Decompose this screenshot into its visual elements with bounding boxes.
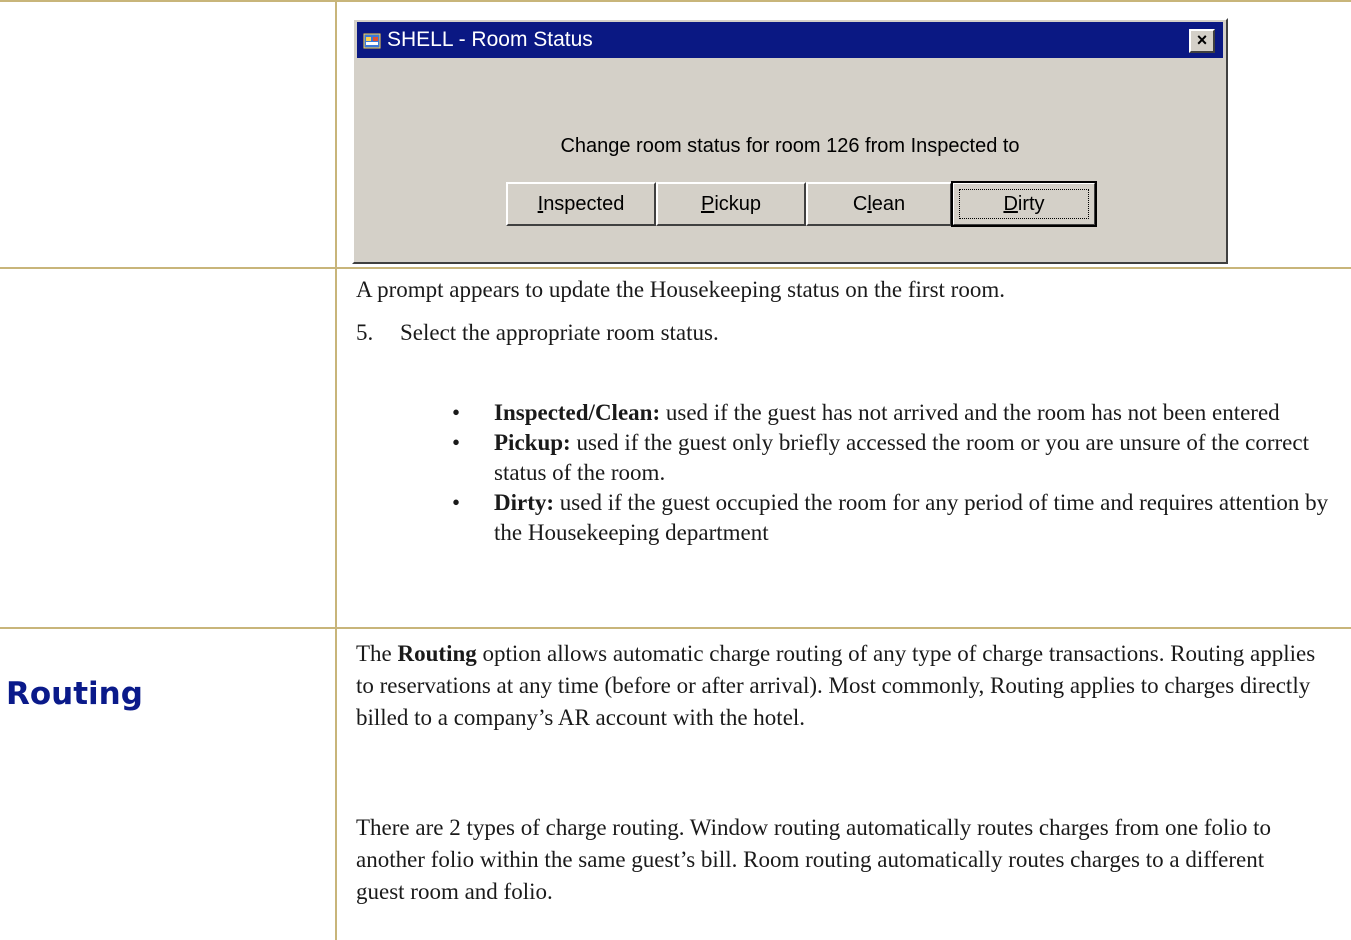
status-bullet-list: • Inspected/Clean: used if the guest has … [452,398,1342,548]
bullet-term: Dirty: [494,490,555,515]
bullet-text: used if the guest has not arrived and th… [660,400,1280,425]
section-heading-routing: Routing [6,676,143,712]
table-rule-2 [0,627,1351,629]
pickup-rest: ickup [714,193,762,215]
app-icon [363,33,381,49]
routing-paragraph-1: The Routing option allows automatic char… [356,638,1316,734]
room-status-dialog: SHELL - Room Status × Change room status… [352,18,1228,264]
list-item: • Inspected/Clean: used if the guest has … [452,398,1342,428]
inspected-rest: nspected [543,193,625,215]
dialog-titlebar: SHELL - Room Status × [357,22,1223,58]
bullet-text: used if the guest occupied the room for … [494,490,1329,545]
bullet-icon: • [452,490,461,515]
inspected-button[interactable]: Inspected [506,182,656,226]
routing-p1-bold: Routing [397,641,477,666]
bullet-icon: • [452,400,461,425]
table-rule-top [0,0,1351,2]
step-number: 5. [356,320,374,345]
routing-p1-post: option allows automatic charge routing o… [356,641,1316,730]
pickup-button[interactable]: Pickup [656,182,806,226]
step-text: Select the appropriate room status. [400,320,719,345]
clean-first: C [852,193,868,215]
dialog-title: SHELL - Room Status [387,28,593,51]
list-item: • Dirty: used if the guest occupied the r… [452,488,1342,548]
clean-rest: ean [871,193,906,215]
routing-p1-pre: The [356,641,398,666]
dialog-prompt: Change room status for room 126 from Ins… [560,135,1020,157]
bullet-term: Inspected/Clean: [494,400,661,425]
dirty-button[interactable]: Dirty [951,181,1097,227]
list-item: • Pickup: used if the guest only briefly … [452,428,1342,488]
bullet-icon: • [452,430,461,455]
close-button[interactable]: × [1189,29,1215,53]
intro-text: A prompt appears to update the Housekeep… [356,277,1005,302]
dirty-rest: irty [1017,193,1045,215]
bullet-term: Pickup: [494,430,571,455]
mnemonic: P [700,193,715,215]
clean-button[interactable]: Clean [806,182,952,226]
routing-paragraph-2: There are 2 types of charge routing. Win… [356,815,1271,904]
bullet-text: used if the guest only briefly accessed … [494,430,1309,485]
step-5: 5. Select the appropriate room status. [356,320,719,346]
table-rule-1 [0,267,1351,269]
table-column-divider [335,0,337,940]
mnemonic: D [1003,193,1018,215]
